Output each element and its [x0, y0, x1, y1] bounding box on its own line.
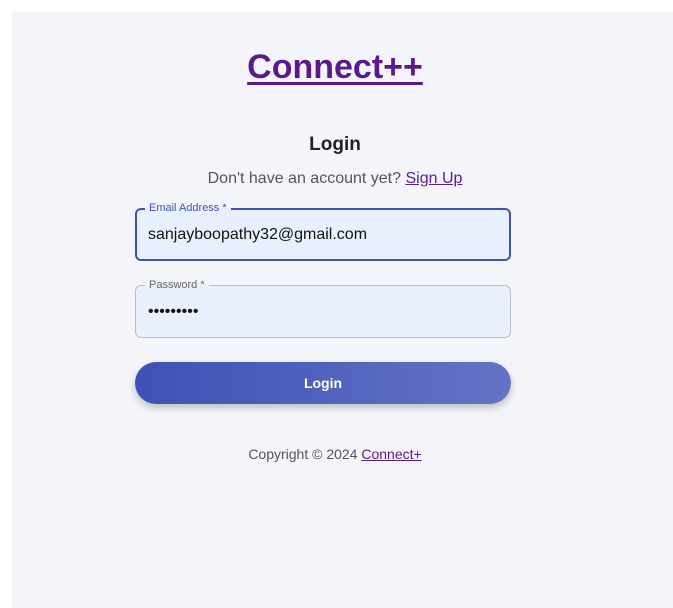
footer-brand-link[interactable]: Connect+	[361, 446, 421, 462]
signup-prompt: Don't have an account yet? Sign Up	[12, 170, 658, 188]
email-input[interactable]	[148, 210, 497, 259]
login-button[interactable]: Login	[135, 362, 511, 404]
copyright-footer: Copyright © 2024 Connect+	[12, 446, 658, 462]
copyright-text: Copyright © 2024	[248, 446, 358, 462]
signup-link[interactable]: Sign Up	[405, 170, 462, 187]
brand-logo-link[interactable]: Connect++	[12, 48, 658, 87]
password-field[interactable]: Password *	[135, 278, 511, 338]
login-heading: Login	[309, 134, 361, 155]
login-page: Connect++ Login Don't have an account ye…	[12, 12, 673, 608]
email-field[interactable]: Email Address *	[135, 201, 511, 261]
no-account-text: Don't have an account yet?	[207, 170, 402, 187]
password-input[interactable]	[148, 286, 498, 337]
